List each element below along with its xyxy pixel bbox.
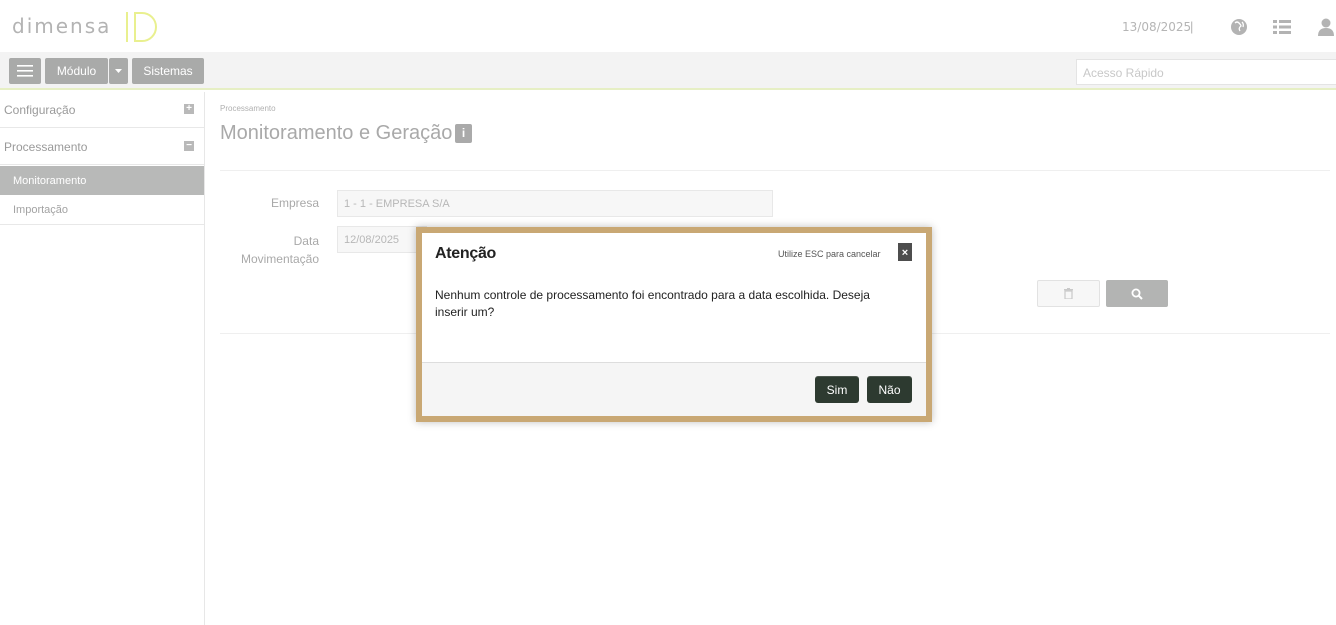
top-header: DIMENSA 13/08/2025 | [0,0,1336,52]
user-icon[interactable] [1316,17,1336,37]
caret-down-icon [115,69,122,73]
dialog-message: Nenhum controle de processamento foi enc… [435,288,870,319]
page-title: Monitoramento e Geração [220,122,453,144]
sidebar-item-configuracao[interactable]: Configuração + [0,92,204,128]
module-label: Módulo [56,64,97,78]
empresa-label: Empresa [270,196,319,210]
no-label: Não [878,382,901,397]
sidebar-subitem-monitoramento[interactable]: Monitoramento [0,166,204,195]
hamburger-menu-button[interactable] [9,58,41,84]
module-button[interactable]: Módulo [45,58,108,84]
yes-label: Sim [826,382,848,397]
quick-access-select[interactable]: Acesso Rápido [1076,59,1336,85]
module-dropdown-button[interactable] [109,58,128,84]
data-movimentacao-field[interactable]: 12/08/2025 [337,226,427,253]
quick-access-placeholder: Acesso Rápido [1083,66,1164,80]
info-icon[interactable]: i [455,124,472,143]
main-toolbar: Módulo Sistemas Acesso Rápido [0,52,1336,90]
systems-label: Sistemas [143,64,193,78]
dialog-title: Atenção [435,245,497,262]
expand-icon[interactable]: + [184,104,194,114]
data-label-line1: Data [293,234,319,248]
list-icon[interactable] [1272,17,1292,37]
yes-button[interactable]: Sim [815,376,859,403]
dialog-body: Atenção Utilize ESC para cancelar × Nenh… [422,233,926,416]
search-icon [1131,288,1143,300]
data-movimentacao-label: Data Movimentação [230,232,319,268]
sidebar-subitem-label: Monitoramento [13,175,87,187]
data-label-line2: Movimentação [240,252,319,266]
confirmation-dialog: Atenção Utilize ESC para cancelar × Nenh… [416,227,932,422]
logo-mark-icon [126,12,157,42]
systems-button[interactable]: Sistemas [132,58,204,84]
collapse-icon[interactable]: − [184,141,194,151]
data-movimentacao-value: 12/08/2025 [344,234,400,246]
globe-icon[interactable] [1229,17,1249,37]
sidebar-subitem-label: Importação [13,204,69,216]
trash-icon [1064,288,1073,299]
current-date: 13/08/2025 [1122,20,1192,34]
sidebar: Configuração + Processamento − Monitoram… [0,92,205,625]
search-button[interactable] [1106,280,1168,307]
dialog-esc-hint: Utilize ESC para cancelar [778,249,881,259]
no-button[interactable]: Não [867,376,912,403]
close-icon[interactable]: × [898,243,912,261]
clear-button[interactable] [1037,280,1100,307]
sidebar-item-processamento[interactable]: Processamento − [0,129,204,165]
breadcrumb[interactable]: Processamento [220,104,276,113]
header-separator: | [1190,19,1194,34]
sidebar-item-label: Configuração [4,103,76,117]
divider [220,170,1330,171]
sidebar-item-label: Processamento [4,140,88,154]
logo-text: DIMENSA [12,14,112,38]
empresa-field[interactable]: 1 - 1 - EMPRESA S/A [337,190,773,217]
dimensa-logo: DIMENSA [12,8,157,44]
dialog-footer: Sim Não [422,362,926,416]
empresa-value: 1 - 1 - EMPRESA S/A [344,198,450,210]
hamburger-icon [17,65,33,77]
sidebar-subitem-importacao[interactable]: Importação [0,195,204,225]
